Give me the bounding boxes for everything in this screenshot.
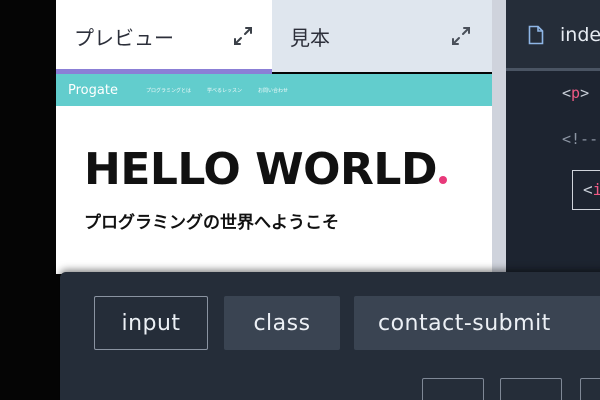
editor-tab-indicator xyxy=(506,68,600,71)
hero-title-text: HELLO WORLD xyxy=(84,144,438,195)
code-tag: i xyxy=(592,180,600,199)
pane-divider[interactable] xyxy=(492,0,506,274)
expand-icon[interactable] xyxy=(450,25,472,47)
site-logo[interactable]: Progate xyxy=(68,83,118,98)
expand-icon[interactable] xyxy=(232,25,254,47)
code-bracket: < xyxy=(583,180,593,199)
hero-title: HELLO WORLD xyxy=(84,144,447,195)
answer-slot[interactable] xyxy=(422,378,484,400)
site-nav-link-about[interactable]: プログラミングとは xyxy=(146,87,191,94)
tab-preview-label: プレビュー xyxy=(74,25,174,50)
app-root: プレビュー 見本 Progate プログラミングとは 学べるレッスン お問い合わ… xyxy=(0,0,600,400)
code-bracket: < xyxy=(562,84,572,102)
answer-slot[interactable] xyxy=(580,378,600,400)
tab-sample[interactable]: 見本 xyxy=(272,0,492,72)
tab-sample-label: 見本 xyxy=(290,25,330,50)
code-comment[interactable]: <!-- xyxy=(562,130,598,148)
token-panel: input class contact-submit xyxy=(60,272,600,400)
preview-pane: Progate プログラミングとは 学べるレッスン お問い合わせ HELLO W… xyxy=(56,74,492,274)
answer-slot[interactable] xyxy=(500,378,562,400)
token-class[interactable]: class xyxy=(224,296,340,350)
file-name: index.html xyxy=(560,24,600,46)
token-contact-submit[interactable]: contact-submit xyxy=(354,296,600,350)
token-input[interactable]: input xyxy=(94,296,208,350)
code-tag: p xyxy=(571,84,581,102)
title-dot xyxy=(439,176,447,184)
file-icon xyxy=(528,25,544,45)
site-nav-link-lessons[interactable]: 学べるレッスン xyxy=(207,87,242,94)
site-header: Progate プログラミングとは 学べるレッスン お問い合わせ xyxy=(56,74,492,106)
code-editor: index.html <p> <!-- <i xyxy=(506,0,600,274)
code-bracket: > xyxy=(580,84,590,102)
hero-subtitle: プログラミングの世界へようこそ xyxy=(84,213,339,233)
site-nav-link-contact[interactable]: お問い合わせ xyxy=(258,87,288,94)
code-line[interactable]: <p> xyxy=(562,84,589,102)
code-highlight-box[interactable]: <i xyxy=(572,170,600,210)
tab-preview[interactable]: プレビュー xyxy=(56,0,272,72)
editor-file-tab[interactable]: index.html xyxy=(506,0,600,70)
